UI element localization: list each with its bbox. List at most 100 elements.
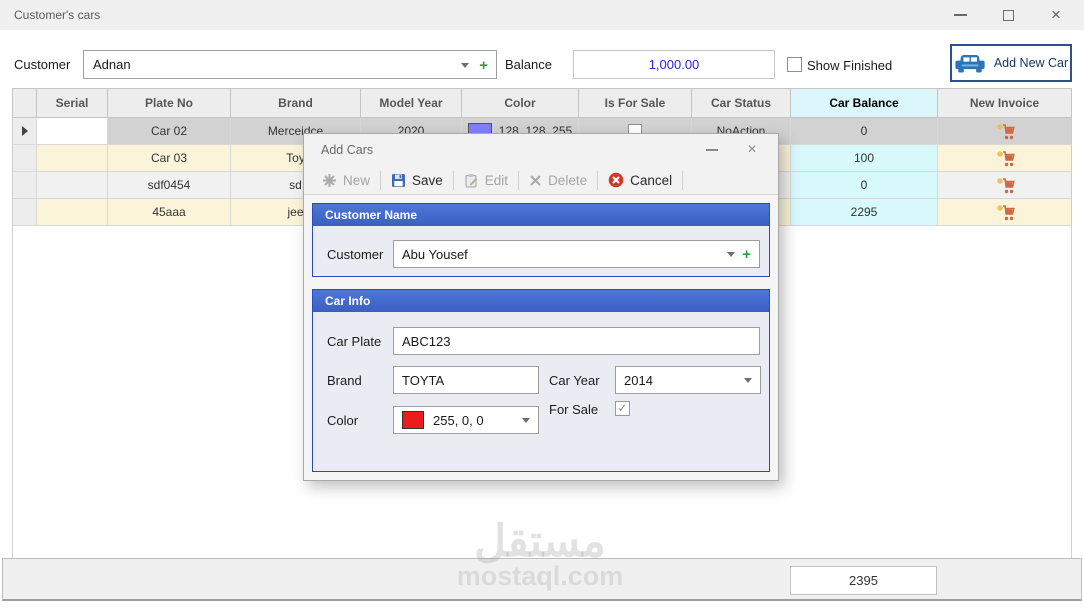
edit-button[interactable]: Edit — [454, 173, 518, 188]
cell-new-invoice[interactable] — [938, 118, 1071, 144]
delete-icon — [530, 174, 541, 186]
cell-serial[interactable] — [37, 118, 108, 144]
car-year-combobox[interactable]: 2014 — [615, 366, 761, 394]
row-indicator — [13, 145, 37, 171]
new-button[interactable]: New — [312, 173, 380, 188]
minimize-icon — [706, 149, 718, 151]
cell-car-balance[interactable]: 0 — [791, 172, 938, 198]
car-plate-label: Car Plate — [327, 334, 382, 349]
row-indicator — [13, 199, 37, 225]
cell-serial[interactable] — [37, 145, 108, 171]
color-value: 255, 0, 0 — [433, 412, 484, 428]
maximize-button[interactable] — [984, 0, 1032, 30]
window-title: Customer's cars — [14, 8, 101, 22]
close-button[interactable]: × — [1032, 0, 1080, 30]
edit-icon — [465, 173, 478, 187]
close-icon: × — [747, 141, 757, 158]
cell-car-balance[interactable]: 100 — [791, 145, 938, 171]
cell-plate-no[interactable]: Car 02 — [108, 118, 231, 144]
car-icon — [955, 54, 985, 72]
cell-new-invoice[interactable] — [938, 145, 1071, 171]
dialog-customer-combobox[interactable]: Abu Yousef + — [393, 240, 760, 268]
dialog-close-button[interactable]: × — [732, 134, 772, 166]
car-plate-field[interactable]: ABC123 — [393, 327, 760, 355]
minimize-icon — [953, 14, 967, 16]
grid-header-is-for-sale[interactable]: Is For Sale — [579, 89, 692, 117]
current-row-arrow-icon — [21, 126, 28, 136]
dialog-title-bar: Add Cars × — [304, 134, 778, 166]
cell-car-balance[interactable]: 0 — [791, 118, 938, 144]
color-swatch — [402, 411, 424, 429]
save-button-label: Save — [412, 172, 443, 188]
add-customer-icon[interactable]: + — [742, 247, 751, 262]
color-label: Color — [327, 413, 359, 428]
grid-header-model-year[interactable]: Model Year — [361, 89, 462, 117]
cancel-button-label: Cancel — [630, 172, 673, 188]
car-year-label: Car Year — [549, 373, 600, 388]
grid-header-brand[interactable]: Brand — [231, 89, 361, 117]
customer-combobox-value: Adnan — [93, 57, 131, 72]
cancel-button[interactable]: Cancel — [598, 172, 682, 188]
save-button[interactable]: Save — [381, 173, 453, 188]
new-invoice-cart-icon[interactable] — [995, 150, 1015, 167]
cell-car-balance[interactable]: 2295 — [791, 199, 938, 225]
add-cars-dialog: Add Cars × New Save Edit Delete Cancel C… — [303, 133, 779, 481]
chevron-down-icon[interactable] — [522, 418, 530, 423]
dialog-minimize-button[interactable] — [692, 134, 732, 166]
add-new-car-label: Add New Car — [993, 56, 1069, 70]
for-sale-label: For Sale — [549, 402, 599, 417]
dialog-title: Add Cars — [321, 143, 374, 157]
new-invoice-cart-icon[interactable] — [995, 204, 1015, 221]
customer-name-group-header: Customer Name — [313, 204, 769, 226]
new-invoice-cart-icon[interactable] — [995, 177, 1015, 194]
brand-value: TOYTA — [402, 372, 445, 388]
car-plate-value: ABC123 — [402, 333, 451, 349]
car-info-group: Car Info Car Plate ABC123 Brand TOYTA Ca… — [312, 289, 770, 472]
chevron-down-icon[interactable] — [727, 252, 735, 257]
cell-plate-no[interactable]: sdf0454 — [108, 172, 231, 198]
grid-header-color[interactable]: Color — [462, 89, 579, 117]
dialog-toolbar: New Save Edit Delete Cancel — [304, 166, 778, 195]
row-indicator — [13, 172, 37, 198]
grid-header-row: Serial Plate No Brand Model Year Color I… — [12, 88, 1072, 118]
chevron-down-icon[interactable] — [744, 378, 752, 383]
cell-serial[interactable] — [37, 172, 108, 198]
toolbar-separator — [682, 170, 684, 190]
balance-field[interactable]: 1,000.00 — [573, 50, 775, 79]
grid-header-car-status[interactable]: Car Status — [692, 89, 791, 117]
brand-field[interactable]: TOYTA — [393, 366, 539, 394]
customer-combobox[interactable]: Adnan + — [83, 50, 497, 79]
cell-plate-no[interactable]: Car 03 — [108, 145, 231, 171]
grid-header-serial[interactable]: Serial — [37, 89, 108, 117]
dialog-customer-label: Customer — [327, 247, 384, 262]
show-finished-checkbox[interactable] — [787, 57, 802, 72]
add-customer-icon[interactable]: + — [479, 58, 488, 73]
edit-button-label: Edit — [484, 172, 509, 188]
grid-header-plate-no[interactable]: Plate No — [108, 89, 231, 117]
cell-serial[interactable] — [37, 199, 108, 225]
car-year-value: 2014 — [624, 372, 653, 388]
cell-new-invoice[interactable] — [938, 172, 1071, 198]
delete-button[interactable]: Delete — [519, 173, 597, 188]
cell-new-invoice[interactable] — [938, 199, 1071, 225]
car-info-group-header: Car Info — [313, 290, 769, 312]
save-icon — [392, 173, 406, 187]
cell-plate-no[interactable]: 45aaa — [108, 199, 231, 225]
grid-header-car-balance[interactable]: Car Balance — [791, 89, 938, 117]
grid-header-indicator — [13, 89, 37, 117]
add-new-car-button[interactable]: Add New Car — [950, 44, 1072, 82]
grid-header-new-invoice[interactable]: New Invoice — [938, 89, 1071, 117]
car-balance-total-box: 2395 — [790, 566, 937, 595]
car-balance-total-value: 2395 — [849, 573, 878, 588]
minimize-button[interactable] — [936, 0, 984, 30]
new-record-icon — [323, 173, 336, 187]
brand-label: Brand — [327, 373, 362, 388]
maximize-icon — [1002, 9, 1014, 21]
customer-label: Customer — [14, 57, 71, 72]
chevron-down-icon[interactable] — [461, 63, 469, 68]
color-combobox[interactable]: 255, 0, 0 — [393, 406, 539, 434]
for-sale-checkbox[interactable]: ✓ — [615, 401, 630, 416]
close-icon: × — [1051, 5, 1061, 24]
balance-label: Balance — [505, 57, 552, 72]
new-invoice-cart-icon[interactable] — [995, 123, 1015, 140]
